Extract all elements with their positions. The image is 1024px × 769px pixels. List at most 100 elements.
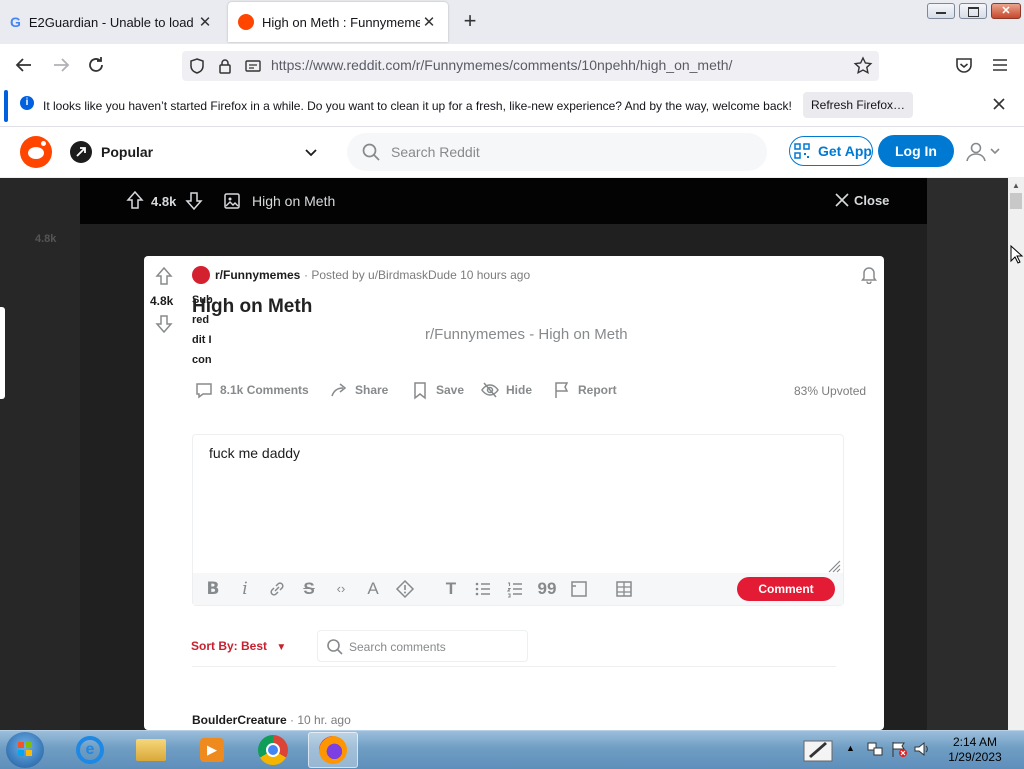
background-vote-score: 4.8k	[35, 233, 57, 245]
heading-icon[interactable]: T	[441, 579, 461, 599]
bulleted-list-icon[interactable]	[473, 579, 493, 599]
superscript-icon[interactable]: A	[363, 579, 383, 599]
comment-editor[interactable]: fuck me daddy B i S ‹› A T 99 Comment	[192, 434, 844, 606]
subreddit-link[interactable]: r/Funnymemes	[215, 268, 300, 282]
search-comments-input[interactable]: Search comments	[317, 630, 528, 662]
comments-count-label: 8.1k Comments	[220, 383, 309, 397]
scrollbar-thumb[interactable]	[1010, 193, 1022, 209]
search-comments-placeholder: Search comments	[349, 640, 446, 654]
log-in-button[interactable]: Log In	[878, 135, 954, 167]
media-player-icon[interactable]: ▶	[187, 732, 237, 768]
table-icon[interactable]	[614, 579, 634, 599]
overlay-post-title: High on Meth	[252, 193, 336, 209]
close-window-button[interactable]: ✕	[991, 3, 1021, 19]
spoiler-icon[interactable]	[395, 579, 415, 599]
sort-by-dropdown[interactable]: Sort By: Best ▼	[191, 639, 286, 653]
post-meta: · Posted by u/BirdmaskDude 10 hours ago	[304, 268, 531, 282]
caret-down-icon: ▼	[276, 642, 287, 653]
pocket-icon[interactable]	[953, 54, 975, 76]
reddit-favicon-icon	[238, 14, 254, 30]
code-block-icon[interactable]	[569, 579, 589, 599]
user-menu-icon[interactable]	[965, 141, 1005, 163]
forward-arrow-icon[interactable]	[50, 54, 72, 76]
chrome-icon[interactable]	[248, 732, 298, 768]
save-button[interactable]: Save	[410, 380, 464, 400]
upvote-arrow-icon[interactable]	[154, 266, 174, 286]
post-title: High on Meth	[192, 296, 313, 317]
share-button[interactable]: Share	[329, 380, 388, 400]
numbered-list-icon[interactable]	[505, 579, 525, 599]
lock-icon[interactable]	[216, 57, 234, 75]
italic-icon[interactable]: i	[235, 579, 255, 599]
comment-author-link[interactable]: BoulderCreature	[192, 713, 287, 727]
page-info-icon[interactable]	[244, 57, 262, 75]
tab-title: High on Meth : Funnymemes	[262, 14, 420, 30]
url-text: https://www.reddit.com/r/Funnymemes/comm…	[271, 57, 733, 73]
side-panel-tab[interactable]	[0, 307, 5, 399]
downvote-arrow-icon[interactable]	[184, 191, 204, 211]
downvote-arrow-icon[interactable]	[154, 314, 174, 334]
close-overlay-button[interactable]: Close	[834, 192, 889, 208]
tab-e2guardian[interactable]: G E2Guardian - Unable to load web page ✕	[0, 2, 224, 42]
search-reddit-input[interactable]: Search Reddit	[347, 133, 767, 171]
tab-reddit-post[interactable]: High on Meth : Funnymemes ✕	[228, 2, 448, 42]
comment-submit-button[interactable]: Comment	[737, 577, 835, 601]
comments-button[interactable]: 8.1k Comments	[194, 380, 309, 400]
comment-bubble-icon	[196, 383, 212, 399]
start-button[interactable]	[6, 732, 44, 768]
system-clock[interactable]: 2:14 AM 1/29/2023	[940, 735, 1010, 765]
minimize-window-button[interactable]	[927, 3, 955, 19]
post-overlay-topbar: 4.8k High on Meth Close	[80, 178, 927, 224]
close-notification-icon[interactable]	[990, 95, 1008, 113]
clock-time: 2:14 AM	[952, 735, 998, 749]
link-icon[interactable]	[267, 579, 287, 599]
browser-tab-strip: G E2Guardian - Unable to load web page ✕…	[0, 0, 1024, 44]
close-tab-icon[interactable]: ✕	[196, 13, 214, 31]
comment-text[interactable]: fuck me daddy	[209, 445, 300, 461]
post-card: 4.8k Subreddit Icon r/Funnymemes · Poste…	[144, 256, 884, 730]
chevron-down-icon[interactable]	[302, 143, 320, 161]
bold-icon[interactable]: B	[203, 579, 223, 599]
get-app-button[interactable]: Get App	[789, 136, 873, 166]
hide-button[interactable]: Hide	[480, 380, 532, 400]
feed-selector-label[interactable]: Popular	[101, 144, 153, 160]
action-center-flag-icon[interactable]	[890, 740, 908, 758]
refresh-firefox-button[interactable]: Refresh Firefox…	[803, 92, 913, 118]
reload-icon[interactable]	[85, 54, 107, 76]
post-vote-score: 4.8k	[150, 294, 174, 308]
bell-icon[interactable]	[859, 264, 879, 284]
file-explorer-icon[interactable]	[126, 732, 176, 768]
reddit-logo-icon[interactable]	[20, 136, 52, 168]
report-button[interactable]: Report	[552, 380, 617, 400]
internet-explorer-icon[interactable]: e	[65, 732, 115, 768]
post-image-alt-text[interactable]: r/Funnymemes - High on Meth	[425, 326, 628, 343]
firefox-icon[interactable]	[308, 732, 358, 768]
save-label: Save	[436, 383, 465, 397]
windows-logo-icon	[18, 742, 32, 756]
get-app-label: Get App	[818, 143, 872, 159]
pen-input-icon[interactable]	[803, 737, 833, 763]
address-bar[interactable]: https://www.reddit.com/r/Funnymemes/comm…	[182, 51, 879, 81]
volume-speaker-icon[interactable]	[913, 740, 931, 758]
close-tab-icon[interactable]: ✕	[420, 13, 438, 31]
sort-by-label: Sort By: Best	[191, 639, 268, 653]
upvote-arrow-icon[interactable]	[125, 190, 145, 210]
restore-window-button[interactable]	[959, 3, 987, 19]
show-hidden-icons-icon[interactable]: ▲	[846, 743, 855, 753]
resize-handle-icon[interactable]	[827, 559, 841, 573]
new-tab-button[interactable]: +	[458, 10, 482, 34]
notification-message: It looks like you haven’t started Firefo…	[43, 99, 792, 113]
strikethrough-icon[interactable]: S	[299, 579, 319, 599]
inline-code-icon[interactable]: ‹›	[331, 579, 351, 599]
qr-code-icon	[793, 142, 811, 160]
reddit-header: Popular Search Reddit Get App Log In	[0, 127, 1024, 178]
scroll-up-icon[interactable]: ▲	[1012, 181, 1020, 190]
network-icon[interactable]	[866, 740, 884, 758]
hide-label: Hide	[506, 383, 533, 397]
subreddit-icon[interactable]	[192, 266, 210, 284]
back-arrow-icon[interactable]	[13, 54, 35, 76]
bookmark-star-icon[interactable]	[853, 56, 873, 76]
quote-block-icon[interactable]: 99	[537, 579, 557, 599]
menu-hamburger-icon[interactable]	[989, 54, 1011, 76]
shield-icon[interactable]	[188, 57, 206, 75]
